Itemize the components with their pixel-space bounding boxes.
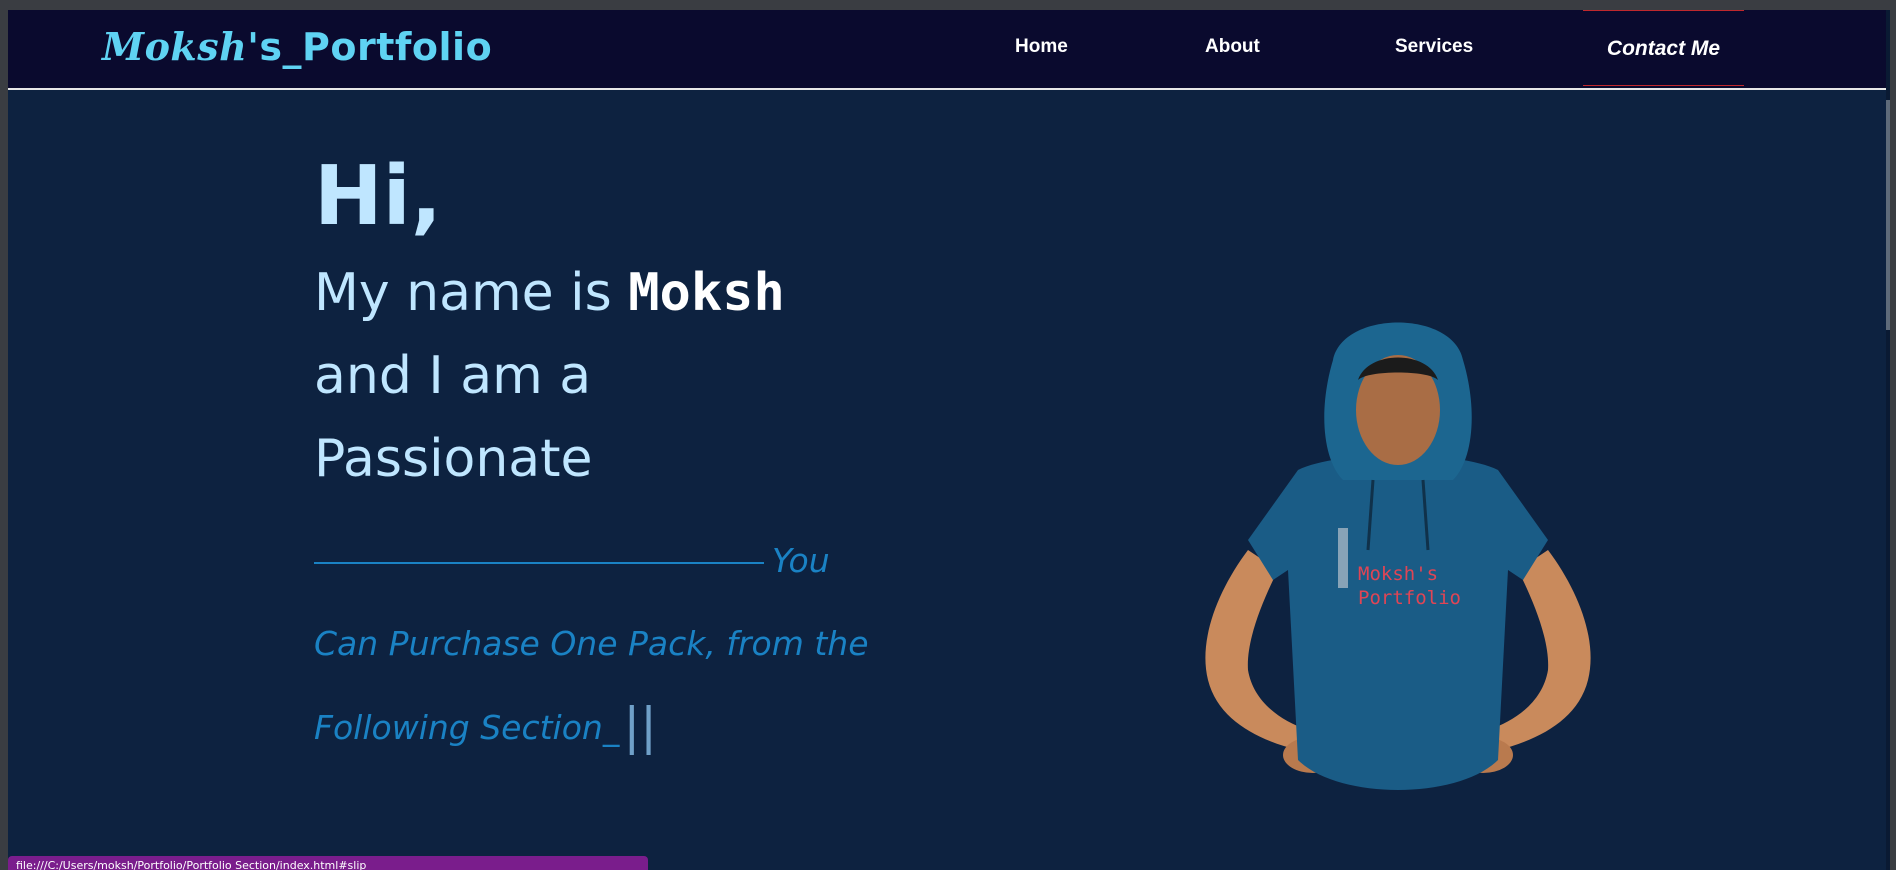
scrollbar-thumb[interactable] bbox=[1886, 100, 1890, 330]
typing-rule bbox=[314, 561, 764, 564]
intro-line-2: and I am a bbox=[314, 346, 592, 406]
navbar: Moksh's_Portfolio Home About Services Co… bbox=[8, 10, 1890, 90]
brand-suffix: 's_Portfolio bbox=[247, 25, 493, 69]
nav-contact-button[interactable]: Contact Me bbox=[1583, 10, 1744, 86]
shirt-print-line-2: Portfolio bbox=[1358, 587, 1461, 609]
profile-photo: Moksh's Portfolio bbox=[1205, 322, 1591, 790]
browser-viewport: Moksh's_Portfolio Home About Services Co… bbox=[8, 10, 1890, 870]
typing-text: You Can Purchase One Pack, from the Foll… bbox=[314, 519, 874, 769]
intro-line-3: Passionate bbox=[314, 429, 593, 489]
nav-home-link[interactable]: Home bbox=[1015, 36, 1068, 58]
typing-message: You Can Purchase One Pack, from the Foll… bbox=[314, 541, 869, 747]
scrollbar[interactable] bbox=[1886, 10, 1890, 870]
intro-text: My name is Moksh and I am a Passionate bbox=[314, 252, 874, 501]
intro-prefix: My name is bbox=[314, 263, 629, 323]
hero-name: Moksh bbox=[628, 263, 785, 323]
nav-about-link[interactable]: About bbox=[1205, 36, 1260, 58]
typing-cursor-icon: || bbox=[623, 697, 658, 755]
nav-services-link[interactable]: Services bbox=[1395, 36, 1473, 58]
shirt-print-line-1: Moksh's bbox=[1358, 563, 1438, 585]
intro-line-1: My name is Moksh bbox=[314, 252, 874, 335]
greeting-heading: Hi, bbox=[314, 149, 442, 244]
site-logo[interactable]: Moksh's_Portfolio bbox=[102, 24, 492, 69]
link-status-bar: file:///C:/Users/moksh/Portfolio/Portfol… bbox=[8, 856, 648, 870]
brand-name: Moksh bbox=[102, 24, 248, 69]
hero-section: Hi, My name is Moksh and I am a Passiona… bbox=[314, 156, 874, 769]
